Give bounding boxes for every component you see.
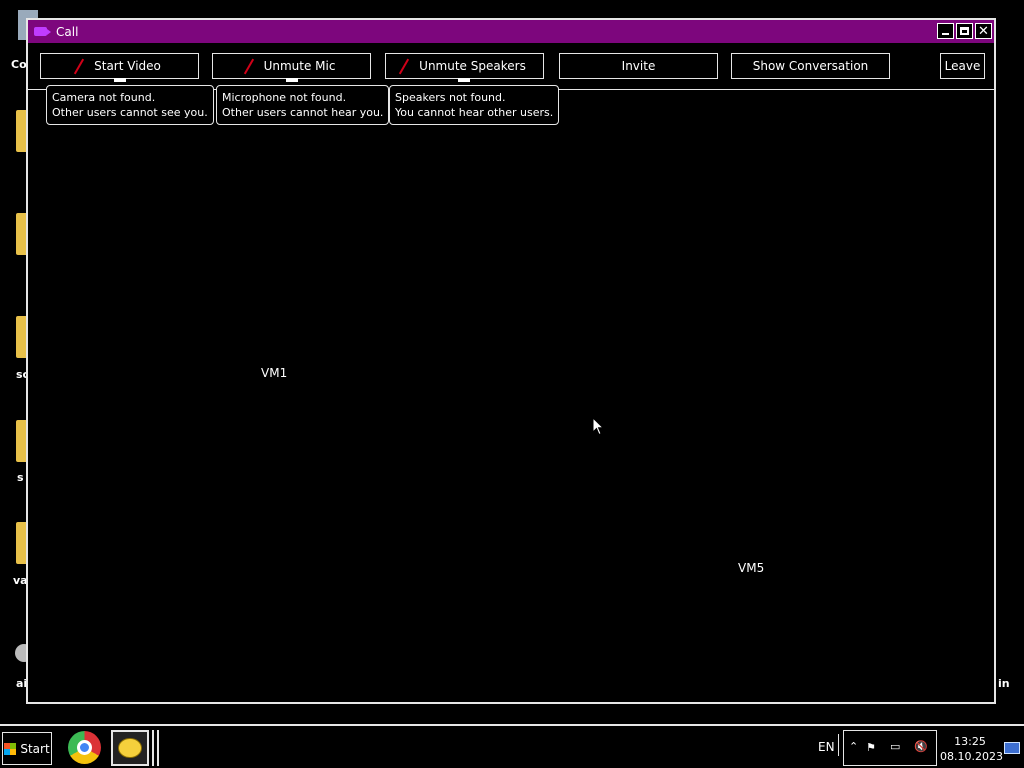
tooltip-line: Speakers not found.: [395, 91, 506, 104]
language-indicator[interactable]: EN: [818, 740, 835, 754]
chat-bubble-icon: [118, 738, 142, 758]
disabled-slash-icon: [399, 58, 410, 74]
unmute-speakers-button[interactable]: Unmute Speakers: [385, 53, 544, 82]
maximize-icon: [960, 27, 969, 35]
tray-divider: [838, 734, 839, 756]
tooltip-line: Other users cannot hear you.: [222, 106, 384, 119]
participant-label[interactable]: VM1: [261, 366, 287, 380]
leave-label: Leave: [944, 59, 981, 73]
notification-area: ⌃ ⚑ ▭ 🔇: [843, 730, 937, 766]
tooltip-pointer: [286, 78, 298, 82]
show-conversation-button[interactable]: Show Conversation: [731, 53, 890, 79]
close-icon: ✕: [978, 23, 989, 39]
maximize-button[interactable]: [956, 23, 973, 39]
tooltip-pointer: [458, 78, 470, 82]
desktop-label: s: [17, 471, 24, 484]
desktop-label: Co: [11, 58, 27, 71]
unmute-mic-button[interactable]: Unmute Mic: [212, 53, 371, 82]
tooltip-line: Camera not found.: [52, 91, 156, 104]
system-clock[interactable]: 13:25 08.10.2023: [940, 734, 1003, 764]
close-button[interactable]: ✕: [975, 23, 992, 39]
tooltip-line: You cannot hear other users.: [395, 106, 554, 119]
clock-date: 08.10.2023: [940, 750, 1003, 763]
unmute-speakers-label: Unmute Speakers: [419, 59, 526, 73]
window-controls: ✕: [937, 23, 992, 39]
disabled-slash-icon: [243, 58, 254, 74]
leave-button[interactable]: Leave: [940, 53, 985, 79]
show-desktop-icon[interactable]: [1004, 742, 1020, 754]
title-bar[interactable]: Call ✕: [28, 20, 994, 43]
show-hidden-icons-icon[interactable]: ⌃: [849, 740, 858, 753]
tooltip-pointer: [114, 78, 126, 82]
speakers-tooltip: Speakers not found. You cannot hear othe…: [389, 85, 560, 125]
camera-tooltip: Camera not found. Other users cannot see…: [46, 85, 214, 125]
minimize-button[interactable]: [937, 23, 954, 39]
call-window: Call ✕ Start Video Unmute Mic Unmute Spe…: [26, 18, 996, 704]
start-button[interactable]: Start: [2, 732, 52, 765]
microphone-tooltip: Microphone not found. Other users cannot…: [216, 85, 390, 125]
window-title: Call: [56, 24, 79, 39]
windows-logo-icon: [4, 742, 17, 755]
invite-button[interactable]: Invite: [559, 53, 718, 79]
speaker-muted-icon[interactable]: 🔇: [914, 740, 928, 753]
tooltip-line: Other users cannot see you.: [52, 106, 208, 119]
chat-app-taskbar-button[interactable]: [111, 730, 149, 766]
minimize-icon: [942, 33, 949, 35]
show-conversation-label: Show Conversation: [752, 59, 869, 73]
mouse-cursor-icon: [592, 417, 604, 436]
taskbar: Start EN ⌃ ⚑ ▭ 🔇 13:25 08.10.2023: [0, 724, 1024, 768]
disabled-slash-icon: [74, 58, 85, 74]
start-label: Start: [20, 741, 50, 756]
invite-label: Invite: [621, 59, 656, 73]
clock-time: 13:25: [954, 735, 986, 748]
desktop-label: in: [998, 677, 1010, 690]
tooltip-line: Microphone not found.: [222, 91, 347, 104]
video-camera-icon: [34, 27, 51, 36]
start-video-button[interactable]: Start Video: [40, 53, 199, 82]
participant-label[interactable]: VM5: [738, 561, 764, 575]
unmute-mic-label: Unmute Mic: [263, 59, 336, 73]
taskbar-separator: [152, 730, 159, 766]
start-video-label: Start Video: [94, 59, 161, 73]
network-icon[interactable]: ▭: [890, 740, 900, 753]
action-center-flag-icon[interactable]: ⚑: [866, 741, 876, 754]
chrome-icon[interactable]: [68, 731, 101, 764]
